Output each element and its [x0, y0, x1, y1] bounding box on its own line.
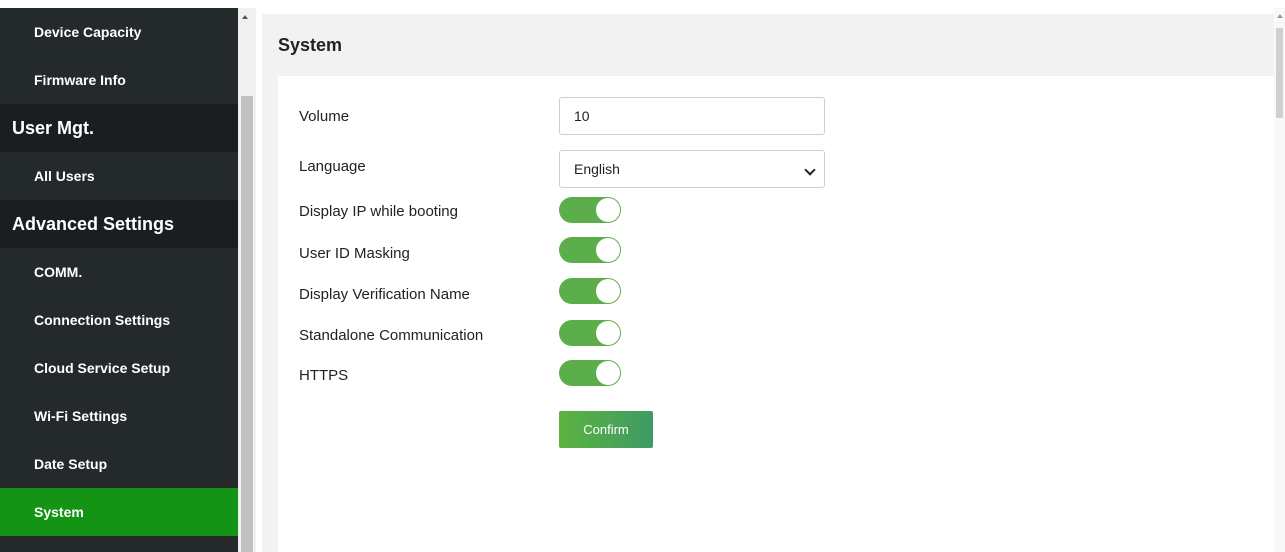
- volume-label: Volume: [299, 108, 350, 125]
- main-scrollbar[interactable]: [1274, 8, 1285, 552]
- display-verification-name-toggle[interactable]: [559, 278, 621, 304]
- chevron-down-icon: [804, 164, 816, 176]
- sidebar-item-connection-settings[interactable]: Connection Settings: [0, 296, 238, 344]
- language-select-value: English: [574, 161, 620, 177]
- display-ip-toggle[interactable]: [559, 197, 621, 223]
- sidebar-item-date-setup[interactable]: Date Setup: [0, 440, 238, 488]
- page-title: System: [278, 34, 343, 55]
- sidebar-item-all-users[interactable]: All Users: [0, 152, 238, 200]
- sidebar-group-advanced-settings[interactable]: Advanced Settings: [0, 200, 238, 248]
- standalone-communication-toggle[interactable]: [559, 320, 621, 346]
- sidebar-item-wifi-settings[interactable]: Wi-Fi Settings: [0, 392, 238, 440]
- sidebar: Device Capacity Firmware Info User Mgt. …: [0, 8, 238, 552]
- main-content: System Volume 10 Language English Displa…: [262, 14, 1274, 552]
- sidebar-item-device-capacity[interactable]: Device Capacity: [0, 8, 238, 56]
- toggle-label-https: HTTPS: [299, 367, 349, 384]
- sidebar-item-firmware-info[interactable]: Firmware Info: [0, 56, 238, 104]
- language-label: Language: [299, 158, 366, 175]
- top-strip: [0, 0, 1285, 8]
- sidebar-item-cloud-service-setup[interactable]: Cloud Service Setup: [0, 344, 238, 392]
- scroll-up-arrow-icon[interactable]: [242, 15, 248, 19]
- scroll-up-arrow-icon[interactable]: [1277, 14, 1283, 18]
- sidebar-item-comm[interactable]: COMM.: [0, 248, 238, 296]
- toggle-knob: [596, 321, 620, 345]
- main-scroll-thumb[interactable]: [1276, 28, 1283, 118]
- https-toggle[interactable]: [559, 360, 621, 386]
- toggle-label-user-id-masking: User ID Masking: [299, 245, 410, 262]
- toggle-label-display-ip: Display IP while booting: [299, 203, 458, 220]
- toggle-knob: [596, 238, 620, 262]
- settings-panel: Volume 10 Language English Display IP wh…: [278, 76, 1274, 552]
- sidebar-scroll-thumb[interactable]: [241, 96, 253, 552]
- user-id-masking-toggle[interactable]: [559, 237, 621, 263]
- language-select[interactable]: English: [559, 150, 825, 188]
- sidebar-item-system[interactable]: System: [0, 488, 238, 536]
- toggle-knob: [596, 198, 620, 222]
- sidebar-scrollbar[interactable]: [238, 8, 256, 552]
- toggle-label-standalone-communication: Standalone Communication: [299, 327, 484, 344]
- sidebar-group-user-mgt[interactable]: User Mgt.: [0, 104, 238, 152]
- confirm-button[interactable]: Confirm: [559, 411, 653, 448]
- toggle-knob: [596, 279, 620, 303]
- volume-input[interactable]: 10: [559, 97, 825, 135]
- toggle-knob: [596, 361, 620, 385]
- toggle-label-display-verification-name: Display Verification Name: [299, 286, 470, 303]
